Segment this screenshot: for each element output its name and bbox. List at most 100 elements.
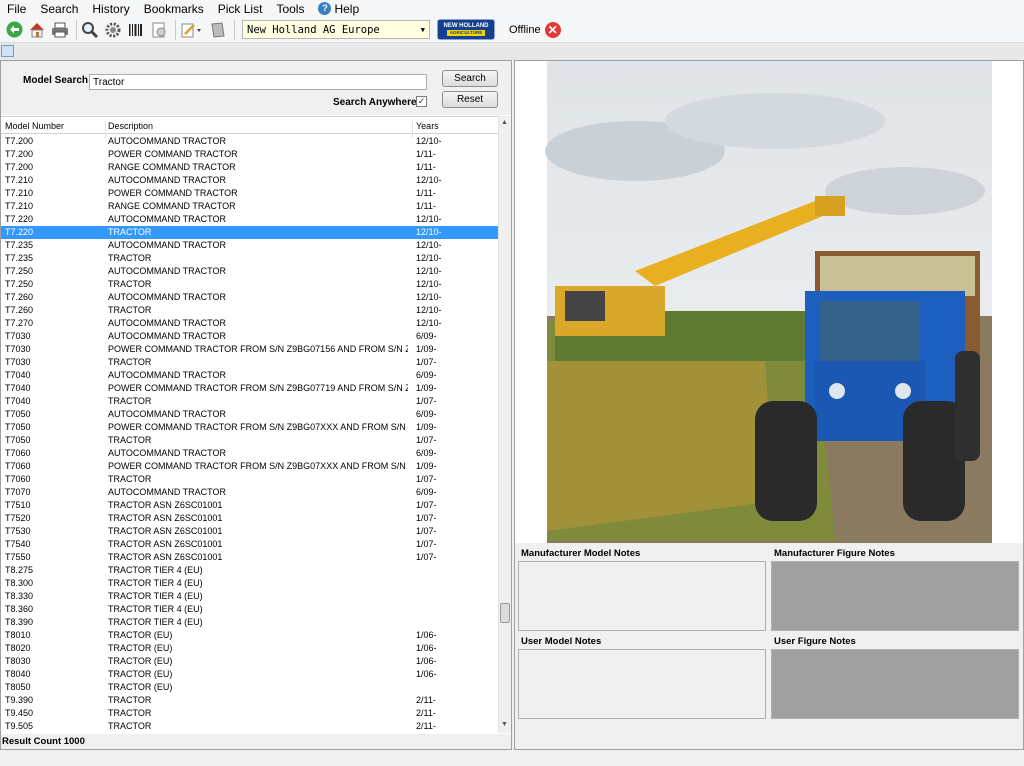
region-dropdown[interactable]: New Holland AG Europe ▼ (242, 20, 430, 39)
scrollbar-thumb[interactable] (500, 603, 510, 623)
reset-button[interactable]: Reset (442, 91, 498, 108)
model-number-cell: T7030 (5, 357, 31, 367)
table-row[interactable]: T7060 TRACTOR 1/07- (1, 473, 498, 486)
menu-bar: File Search History Bookmarks Pick List … (0, 0, 1024, 17)
menu-history[interactable]: History (85, 2, 136, 16)
model-number-cell: T7.235 (5, 240, 34, 250)
table-row[interactable]: T7.210 RANGE COMMAND TRACTOR 1/11- (1, 200, 498, 213)
vertical-scrollbar[interactable]: ▲ ▼ (498, 116, 511, 733)
table-row[interactable]: T7050 TRACTOR 1/07- (1, 434, 498, 447)
table-row[interactable]: T7.200 AUTOCOMMAND TRACTOR 12/10- (1, 135, 498, 148)
table-row[interactable]: T7030 TRACTOR 1/07- (1, 356, 498, 369)
barcode-icon[interactable] (126, 20, 146, 40)
table-row[interactable]: T7040 POWER COMMAND TRACTOR FROM S/N Z9BG… (1, 382, 498, 395)
gear-icon[interactable] (103, 20, 123, 40)
user-model-notes-box[interactable] (518, 649, 766, 719)
description-cell: TRACTOR TIER 4 (EU) (108, 617, 203, 627)
table-row[interactable]: T8.360 TRACTOR TIER 4 (EU) (1, 603, 498, 616)
back-icon[interactable] (4, 20, 24, 40)
model-number-cell: T7050 (5, 435, 31, 445)
table-row[interactable]: T8.300 TRACTOR TIER 4 (EU) (1, 577, 498, 590)
table-row[interactable]: T9.450 TRACTOR 2/11- (1, 707, 498, 720)
table-row[interactable]: T7.235 AUTOCOMMAND TRACTOR 12/10- (1, 239, 498, 252)
close-circle-icon[interactable]: ✕ (544, 21, 561, 38)
table-row[interactable]: T7040 TRACTOR 1/07- (1, 395, 498, 408)
description-cell: POWER COMMAND TRACTOR FROM S/N Z9BG07XXX… (108, 461, 408, 471)
manufacturer-model-notes-box[interactable] (518, 561, 766, 631)
magnifier-icon[interactable] (80, 20, 100, 40)
scroll-up-icon[interactable]: ▲ (501, 119, 508, 126)
menu-pick-list[interactable]: Pick List (211, 2, 270, 16)
table-row[interactable]: T7030 AUTOCOMMAND TRACTOR 6/09- (1, 330, 498, 343)
user-figure-notes-box[interactable] (771, 649, 1019, 719)
home-icon[interactable] (27, 20, 47, 40)
model-number-cell: T8040 (5, 669, 31, 679)
search-button[interactable]: Search (442, 70, 498, 87)
model-number-cell: T7520 (5, 513, 31, 523)
column-model-number[interactable]: Model Number (5, 121, 64, 131)
table-row[interactable]: T8.390 TRACTOR TIER 4 (EU) (1, 616, 498, 629)
table-row[interactable]: T9.390 TRACTOR 2/11- (1, 694, 498, 707)
years-cell: 1/07- (416, 526, 437, 536)
description-cell: AUTOCOMMAND TRACTOR (108, 487, 227, 497)
table-row[interactable]: T7510 TRACTOR ASN Z6SC01001 1/07- (1, 499, 498, 512)
menu-bookmarks[interactable]: Bookmarks (137, 2, 211, 16)
table-row[interactable]: T8.330 TRACTOR TIER 4 (EU) (1, 590, 498, 603)
years-cell: 1/09- (416, 422, 437, 432)
table-row[interactable]: T7.260 AUTOCOMMAND TRACTOR 12/10- (1, 291, 498, 304)
menu-file[interactable]: File (0, 2, 33, 16)
table-row[interactable]: T8050 TRACTOR (EU) (1, 681, 498, 694)
manufacturer-figure-notes-box[interactable] (771, 561, 1019, 631)
table-row[interactable]: T7.220 AUTOCOMMAND TRACTOR 12/10- (1, 213, 498, 226)
years-cell: 12/10- (416, 175, 442, 185)
table-row[interactable]: T7.260 TRACTOR 12/10- (1, 304, 498, 317)
search-anywhere-checkbox[interactable]: ✓ (416, 96, 427, 107)
table-row[interactable]: T7520 TRACTOR ASN Z6SC01001 1/07- (1, 512, 498, 525)
table-row[interactable]: T7550 TRACTOR ASN Z6SC01001 1/07- (1, 551, 498, 564)
table-row[interactable]: T8040 TRACTOR (EU) 1/06- (1, 668, 498, 681)
table-row[interactable]: T7050 POWER COMMAND TRACTOR FROM S/N Z9BG… (1, 421, 498, 434)
years-cell: 12/10- (416, 240, 442, 250)
table-row[interactable]: T9.505 TRACTOR 2/11- (1, 720, 498, 733)
chevron-down-icon: ▼ (420, 25, 425, 34)
table-row[interactable]: T7.210 POWER COMMAND TRACTOR 1/11- (1, 187, 498, 200)
model-number-cell: T7060 (5, 461, 31, 471)
print-icon[interactable] (50, 20, 70, 40)
table-row[interactable]: T7.235 TRACTOR 12/10- (1, 252, 498, 265)
menu-search[interactable]: Search (33, 2, 85, 16)
table-row[interactable]: T8020 TRACTOR (EU) 1/06- (1, 642, 498, 655)
table-row[interactable]: T8010 TRACTOR (EU) 1/06- (1, 629, 498, 642)
column-years[interactable]: Years (416, 121, 439, 131)
book-icon[interactable] (208, 20, 228, 40)
model-number-cell: T7.250 (5, 279, 34, 289)
table-row[interactable]: T7060 POWER COMMAND TRACTOR FROM S/N Z9BG… (1, 460, 498, 473)
table-row[interactable]: T7070 AUTOCOMMAND TRACTOR 6/09- (1, 486, 498, 499)
table-row[interactable]: T8030 TRACTOR (EU) 1/06- (1, 655, 498, 668)
window-icon[interactable] (1, 45, 14, 57)
table-row[interactable]: T7060 AUTOCOMMAND TRACTOR 6/09- (1, 447, 498, 460)
report-icon[interactable] (149, 20, 169, 40)
table-row[interactable]: T7.250 TRACTOR 12/10- (1, 278, 498, 291)
table-row[interactable]: T7540 TRACTOR ASN Z6SC01001 1/07- (1, 538, 498, 551)
model-search-input[interactable] (89, 74, 427, 90)
column-description[interactable]: Description (108, 121, 153, 131)
scroll-down-icon[interactable]: ▼ (501, 721, 508, 728)
table-row[interactable]: T7.220 TRACTOR 12/10- (1, 226, 498, 239)
table-row[interactable]: T7.250 AUTOCOMMAND TRACTOR 12/10- (1, 265, 498, 278)
table-row[interactable]: T7030 POWER COMMAND TRACTOR FROM S/N Z9BG… (1, 343, 498, 356)
manufacturer-figure-notes-label: Manufacturer Figure Notes (774, 548, 895, 559)
table-row[interactable]: T7050 AUTOCOMMAND TRACTOR 6/09- (1, 408, 498, 421)
table-row[interactable]: T7.200 RANGE COMMAND TRACTOR 1/11- (1, 161, 498, 174)
menu-tools[interactable]: Tools (269, 2, 311, 16)
description-cell: TRACTOR TIER 4 (EU) (108, 578, 203, 588)
table-row[interactable]: T7.210 AUTOCOMMAND TRACTOR 12/10- (1, 174, 498, 187)
table-row[interactable]: T7.270 AUTOCOMMAND TRACTOR 12/10- (1, 317, 498, 330)
model-image (515, 61, 1023, 543)
table-row[interactable]: T8.275 TRACTOR TIER 4 (EU) (1, 564, 498, 577)
search-anywhere-label: Search Anywhere (333, 97, 417, 108)
table-row[interactable]: T7040 AUTOCOMMAND TRACTOR 6/09- (1, 369, 498, 382)
table-row[interactable]: T7530 TRACTOR ASN Z6SC01001 1/07- (1, 525, 498, 538)
table-row[interactable]: T7.200 POWER COMMAND TRACTOR 1/11- (1, 148, 498, 161)
edit-icon[interactable] (179, 20, 205, 40)
menu-help[interactable]: ? Help (311, 2, 366, 16)
